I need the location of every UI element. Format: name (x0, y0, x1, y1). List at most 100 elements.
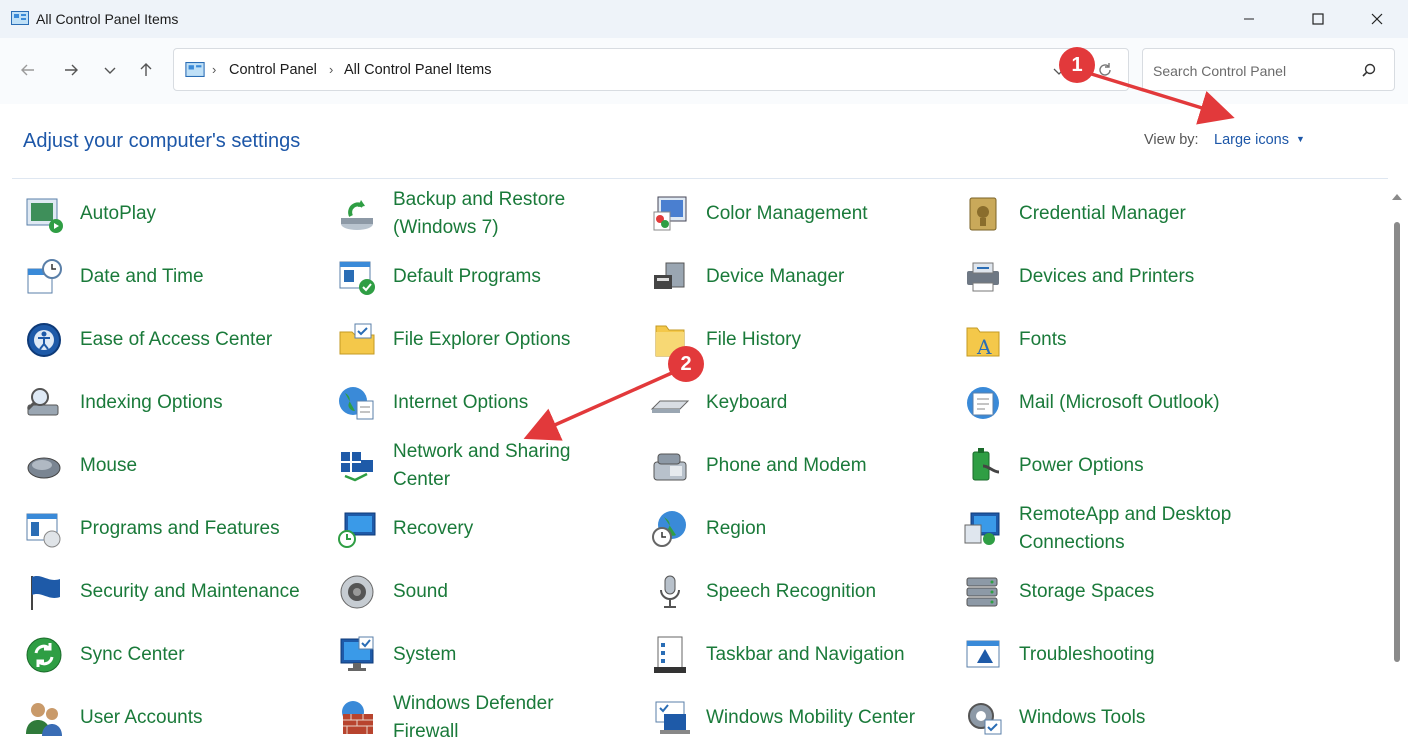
control-panel-item[interactable]: Programs and Features (24, 497, 324, 557)
item-label[interactable]: Mouse (80, 452, 330, 480)
item-label[interactable]: Storage Spaces (1019, 578, 1269, 606)
search-box[interactable]: Search Control Panel (1142, 48, 1395, 91)
control-panel-item[interactable]: Power Options (963, 434, 1263, 494)
minimize-button[interactable] (1226, 0, 1272, 38)
item-label[interactable]: Internet Options (393, 389, 643, 417)
control-panel-item[interactable]: Credential Manager (963, 182, 1263, 242)
backup-icon (341, 200, 373, 230)
item-label[interactable]: RemoteApp and Desktop Connections (1019, 501, 1269, 557)
control-panel-item[interactable]: Speech Recognition (650, 560, 950, 620)
search-input[interactable]: Search Control Panel (1153, 63, 1286, 79)
item-label[interactable]: Ease of Access Center (80, 326, 330, 354)
address-bar[interactable]: › Control Panel › All Control Panel Item… (173, 48, 1129, 91)
control-panel-item[interactable]: A Fonts (963, 308, 1263, 368)
control-panel-item[interactable]: Ease of Access Center (24, 308, 324, 368)
item-label[interactable]: Devices and Printers (1019, 263, 1269, 291)
item-label[interactable]: System (393, 641, 643, 669)
item-label[interactable]: Credential Manager (1019, 200, 1269, 228)
item-label[interactable]: Sync Center (80, 641, 330, 669)
item-label[interactable]: Speech Recognition (706, 578, 956, 606)
item-label[interactable]: AutoPlay (80, 200, 330, 228)
forward-button[interactable] (57, 56, 85, 84)
item-label[interactable]: Sound (393, 578, 643, 606)
page-title: Adjust your computer's settings (23, 130, 301, 152)
keyboard-icon (650, 400, 690, 413)
item-label[interactable]: Network and Sharing Center (393, 438, 643, 494)
back-button[interactable] (14, 56, 42, 84)
control-panel-item[interactable]: Windows Mobility Center (650, 686, 950, 746)
view-by-label: View by: (1144, 132, 1199, 148)
item-label[interactable]: Windows Defender Firewall (393, 690, 643, 746)
control-panel-item[interactable]: Windows Defender Firewall (337, 686, 637, 746)
control-panel-item[interactable]: Recovery (337, 497, 637, 557)
item-label[interactable]: User Accounts (80, 704, 330, 732)
control-panel-item[interactable]: Region (650, 497, 950, 557)
control-panel-item[interactable]: Backup and Restore (Windows 7) (337, 182, 637, 242)
control-panel-item[interactable]: Phone and Modem (650, 434, 950, 494)
control-panel-item[interactable]: Default Programs (337, 245, 637, 305)
search-icon[interactable] (1361, 63, 1377, 79)
up-button[interactable] (132, 56, 160, 84)
control-panel-item[interactable]: Taskbar and Navigation (650, 623, 950, 683)
item-label[interactable]: Security and Maintenance (80, 578, 330, 606)
item-label[interactable]: Recovery (393, 515, 643, 543)
item-label[interactable]: File Explorer Options (393, 326, 643, 354)
control-panel-item[interactable]: Keyboard (650, 371, 950, 431)
control-panel-item[interactable]: Sync Center (24, 623, 324, 683)
control-panel-item[interactable]: Devices and Printers (963, 245, 1263, 305)
control-panel-item[interactable]: Security and Maintenance (24, 560, 324, 620)
item-label[interactable]: Indexing Options (80, 389, 330, 417)
item-label[interactable]: Color Management (706, 200, 956, 228)
item-label[interactable]: Power Options (1019, 452, 1269, 480)
close-button[interactable] (1354, 0, 1400, 38)
control-panel-item[interactable]: Network and Sharing Center (337, 434, 637, 494)
control-panel-item[interactable]: Mail (Microsoft Outlook) (963, 371, 1263, 431)
control-panel-item[interactable]: Color Management (650, 182, 950, 242)
item-label[interactable]: Phone and Modem (706, 452, 956, 480)
view-by-value[interactable]: Large icons (1214, 132, 1289, 148)
network-sharing-icon (341, 452, 373, 482)
breadcrumb-control-panel[interactable]: Control Panel (229, 62, 317, 78)
maximize-button[interactable] (1295, 0, 1341, 38)
item-label[interactable]: Date and Time (80, 263, 330, 291)
item-label[interactable]: Windows Tools (1019, 704, 1269, 732)
item-label[interactable]: Keyboard (706, 389, 956, 417)
recent-locations-button[interactable] (96, 56, 124, 84)
item-label[interactable]: Fonts (1019, 326, 1269, 354)
control-panel-item[interactable]: User Accounts (24, 686, 324, 746)
date-time-icon (27, 259, 62, 294)
dropdown-arrow-icon: ▼ (1296, 134, 1305, 144)
control-panel-item[interactable]: Mouse (24, 434, 324, 494)
control-panel-item[interactable]: Device Manager (650, 245, 950, 305)
security-maintenance-icon (31, 576, 60, 610)
system-icon (340, 636, 374, 671)
chevron-right-icon: › (212, 62, 217, 77)
item-label[interactable]: File History (706, 326, 956, 354)
view-by-dropdown[interactable]: Large icons ▼ (1214, 132, 1305, 148)
item-label[interactable]: Backup and Restore (Windows 7) (393, 186, 643, 242)
control-panel-item[interactable]: AutoPlay (24, 182, 324, 242)
control-panel-item[interactable]: Troubleshooting (963, 623, 1263, 683)
item-label[interactable]: Device Manager (706, 263, 956, 291)
item-label[interactable]: Troubleshooting (1019, 641, 1269, 669)
item-label[interactable]: Mail (Microsoft Outlook) (1019, 389, 1269, 417)
control-panel-item[interactable]: Internet Options (337, 371, 637, 431)
control-panel-icon (185, 62, 205, 77)
breadcrumb-all-items[interactable]: All Control Panel Items (344, 62, 491, 78)
control-panel-item[interactable]: System (337, 623, 637, 683)
refresh-icon[interactable] (1096, 61, 1114, 79)
item-label[interactable]: Default Programs (393, 263, 643, 291)
control-panel-item[interactable]: Date and Time (24, 245, 324, 305)
control-panel-item[interactable]: Windows Tools (963, 686, 1263, 746)
item-label[interactable]: Region (706, 515, 956, 543)
control-panel-item[interactable]: Indexing Options (24, 371, 324, 431)
scrollbar-thumb[interactable] (1394, 222, 1400, 662)
control-panel-item[interactable]: Sound (337, 560, 637, 620)
scroll-up-icon[interactable] (1392, 194, 1402, 200)
item-label[interactable]: Programs and Features (80, 515, 330, 543)
control-panel-item[interactable]: RemoteApp and Desktop Connections (963, 497, 1263, 557)
item-label[interactable]: Windows Mobility Center (706, 704, 956, 732)
control-panel-item[interactable]: Storage Spaces (963, 560, 1263, 620)
control-panel-item[interactable]: File Explorer Options (337, 308, 637, 368)
item-label[interactable]: Taskbar and Navigation (706, 641, 956, 669)
